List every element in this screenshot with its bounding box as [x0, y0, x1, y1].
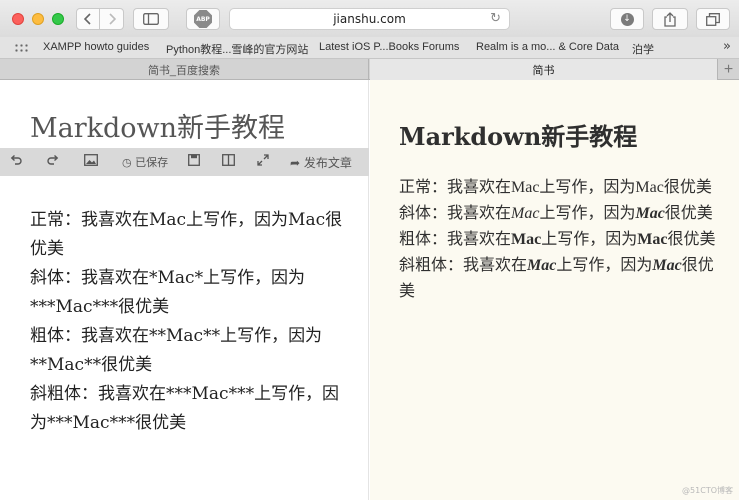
reload-icon[interactable]: ↻	[490, 11, 501, 26]
tab-strip: 简书_百度搜索 简书 +	[0, 59, 739, 80]
browser-toolbar: ABP jianshu.com ↻ ↓	[0, 0, 739, 37]
bookmark-item[interactable]: 泊学	[632, 41, 654, 57]
preview-line-bold: 粗体：我喜欢在Mac上写作，因为Mac很优美	[399, 231, 716, 248]
new-tab-icon[interactable]: +	[717, 59, 739, 80]
bookmark-item[interactable]: Python教程...雪峰的官方网站	[166, 41, 308, 57]
preview-body: 正常：我喜欢在Mac上写作，因为Mac很优美 斜体：我喜欢在Mac上写作，因为M…	[399, 175, 717, 305]
preview-line-italic: 斜体：我喜欢在Mac上写作，因为Mac很优美	[399, 205, 713, 222]
download-icon: ↓	[620, 12, 634, 26]
fullscreen-icon[interactable]	[257, 154, 269, 169]
navigation-buttons	[76, 8, 124, 30]
preview-line-normal: 正常：我喜欢在Mac上写作，因为Mac很优美	[399, 179, 712, 196]
save-icon[interactable]	[188, 154, 200, 169]
redo-icon[interactable]	[47, 154, 59, 169]
address-bar[interactable]: jianshu.com ↻	[229, 8, 510, 30]
share-icon	[664, 11, 676, 27]
source-line: 斜粗体：我喜欢在***Mac***上写作，因为***Mac***很优美	[30, 384, 340, 433]
preview-line-bold-italic: 斜粗体：我喜欢在Mac上写作，因为Mac很优美	[399, 257, 714, 300]
tabs-overview-icon	[706, 12, 720, 26]
chevron-left-icon	[84, 13, 91, 25]
more-bookmarks-icon[interactable]: »	[723, 39, 731, 54]
publish-article-label: 发布文章	[303, 156, 352, 170]
tab-jianshu[interactable]: 简书	[370, 59, 717, 80]
editor-toolbar: ◷ 已保存 ➦ 发布文章	[0, 148, 369, 176]
close-window-button[interactable]	[12, 13, 24, 25]
show-tabs-button[interactable]	[696, 8, 730, 30]
downloads-button[interactable]: ↓	[610, 8, 644, 30]
bookmark-item[interactable]: Latest iOS P...Books Forums	[319, 41, 459, 53]
markdown-editor: Markdown新手教程 ◷ 已保存 ➦ 发布文章 正常：我喜欢在Mac上写作，…	[0, 80, 369, 500]
zoom-window-button[interactable]	[52, 13, 64, 25]
saved-status-label: 已保存	[135, 156, 169, 169]
adblock-button[interactable]: ABP	[186, 8, 220, 30]
share-arrow-icon: ➦	[290, 156, 301, 170]
markdown-preview: Markdown新手教程 正常：我喜欢在Mac上写作，因为Mac很优美 斜体：我…	[370, 80, 739, 500]
back-button[interactable]	[77, 9, 101, 29]
share-button[interactable]	[652, 8, 688, 30]
sidebar-toggle-button[interactable]	[133, 8, 169, 30]
undo-icon[interactable]	[10, 154, 22, 169]
bookmarks-bar: XAMPP howto guides Python教程...雪峰的官方网站 La…	[0, 37, 739, 59]
chevron-right-icon	[108, 13, 116, 25]
image-icon[interactable]	[84, 154, 98, 169]
publish-article-button[interactable]: ➦ 发布文章	[290, 154, 352, 171]
saved-status: ◷ 已保存	[122, 154, 168, 170]
adblock-icon: ABP	[194, 10, 212, 28]
sidebar-icon	[143, 13, 159, 25]
forward-button[interactable]	[100, 9, 123, 29]
bookmark-item[interactable]: Realm is a mo... & Core Data	[476, 41, 619, 53]
tab-baidu-search[interactable]: 简书_百度搜索	[0, 59, 369, 80]
source-line: 正常：我喜欢在Mac上写作，因为Mac很优美	[30, 210, 343, 259]
bookmark-item[interactable]: XAMPP howto guides	[43, 41, 149, 53]
clock-icon: ◷	[122, 156, 132, 169]
grid-icon[interactable]	[14, 42, 28, 53]
preview-title: Markdown新手教程	[399, 122, 638, 151]
markdown-source-textarea[interactable]: 正常：我喜欢在Mac上写作，因为Mac很优美 斜体：我喜欢在*Mac*上写作，因…	[30, 206, 345, 438]
source-line: 粗体：我喜欢在**Mac**上写作，因为**Mac**很优美	[30, 326, 323, 375]
watermark: @51CTO博客	[682, 486, 733, 495]
article-title-input[interactable]: Markdown新手教程	[30, 106, 285, 145]
minimize-window-button[interactable]	[32, 13, 44, 25]
split-view-icon[interactable]	[222, 154, 235, 169]
source-line: 斜体：我喜欢在*Mac*上写作，因为***Mac***很优美	[30, 268, 306, 317]
address-text: jianshu.com	[333, 12, 406, 26]
